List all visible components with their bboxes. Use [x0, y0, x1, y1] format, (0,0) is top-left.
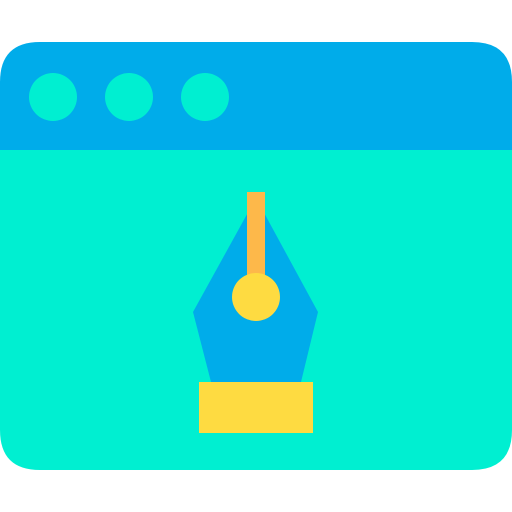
window-dot-2 — [105, 73, 153, 121]
pen-base — [199, 382, 313, 433]
window-dots — [29, 73, 229, 121]
pen-hole — [232, 273, 280, 321]
browser-window-pen-icon — [0, 0, 512, 512]
window-dot-3 — [181, 73, 229, 121]
browser-window-pen-icon-svg — [0, 42, 512, 470]
window-dot-1 — [29, 73, 77, 121]
